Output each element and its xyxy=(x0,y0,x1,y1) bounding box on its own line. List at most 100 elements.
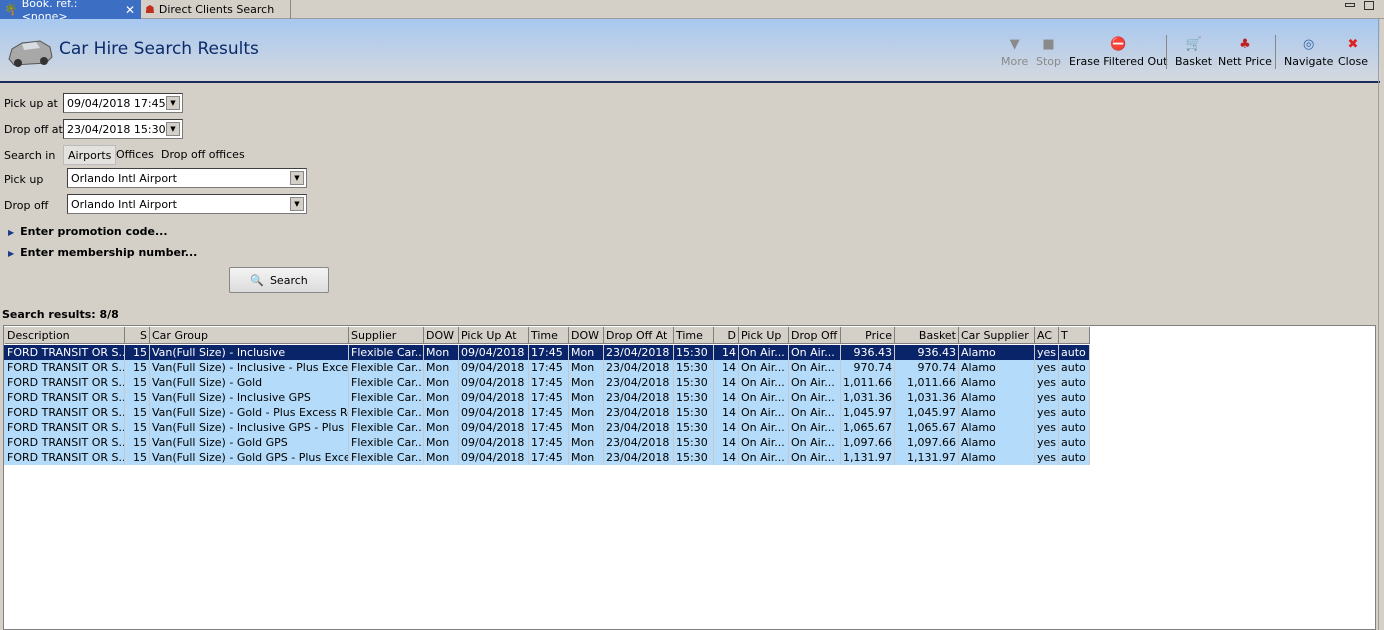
table-cell: Mon xyxy=(424,390,459,405)
search-in-offices[interactable]: Offices xyxy=(112,145,158,165)
table-cell: 1,131.97 xyxy=(841,450,895,465)
table-cell: 14 xyxy=(714,375,739,390)
column-header[interactable]: Time xyxy=(529,327,569,344)
close-icon[interactable]: ✕ xyxy=(125,3,135,17)
maximize-button[interactable] xyxy=(1364,1,1374,10)
column-header[interactable]: Price xyxy=(841,327,895,344)
dropoff-location-select[interactable]: Orlando Intl Airport ▼ xyxy=(67,194,307,214)
table-cell: Mon xyxy=(424,435,459,450)
palm-tree-icon: 🌴 xyxy=(4,3,18,16)
search-in-airports[interactable]: Airports xyxy=(63,145,117,165)
table-cell: 17:45 xyxy=(529,450,569,465)
table-cell: 17:45 xyxy=(529,405,569,420)
column-header[interactable]: Time xyxy=(674,327,714,344)
page-title: Car Hire Search Results xyxy=(59,39,259,59)
table-cell: FORD TRANSIT OR S... xyxy=(7,450,125,465)
table-cell: Van(Full Size) - Inclusive GPS xyxy=(150,390,349,405)
nett-price-button[interactable]: ♣ Nett Price xyxy=(1218,37,1272,68)
table-cell: 1,065.67 xyxy=(895,420,959,435)
column-header[interactable]: Supplier xyxy=(349,327,424,344)
table-cell: 1,097.66 xyxy=(895,435,959,450)
table-cell: 09/04/2018 xyxy=(459,420,529,435)
table-cell: On Air... xyxy=(739,360,789,375)
more-button[interactable]: ▼ More xyxy=(1001,37,1028,68)
column-header[interactable]: Pick Up At xyxy=(459,327,529,344)
table-cell: 23/04/2018 xyxy=(604,360,674,375)
table-cell: 14 xyxy=(714,345,739,360)
button-label: Close xyxy=(1338,55,1368,68)
table-cell: 15:30 xyxy=(674,435,714,450)
search-button[interactable]: 🔍 Search xyxy=(229,267,329,293)
field-value: 09/04/2018 17:45 xyxy=(67,96,166,110)
column-header[interactable]: Pick Up xyxy=(739,327,789,344)
table-cell: 15:30 xyxy=(674,405,714,420)
table-row[interactable]: FORD TRANSIT OR S... 15 Van(Full Size) - I… xyxy=(4,420,1090,435)
erase-icon: ⛔ xyxy=(1110,37,1127,52)
column-header[interactable]: Drop Off At xyxy=(604,327,674,344)
table-row[interactable]: FORD TRANSIT OR S... 15 Van(Full Size) - G… xyxy=(4,405,1090,420)
button-label: More xyxy=(1001,55,1029,68)
navigate-button[interactable]: ◎ Navigate xyxy=(1284,37,1333,68)
table-cell: 23/04/2018 xyxy=(604,405,674,420)
table-row[interactable]: FORD TRANSIT OR S... 15 Van(Full Size) - I… xyxy=(4,360,1090,375)
pickup-at-label: Pick up at xyxy=(4,97,58,110)
table-row[interactable]: FORD TRANSIT OR S... 15 Van(Full Size) - G… xyxy=(4,375,1090,390)
triangle-right-icon: ▶ xyxy=(8,228,15,237)
tab-booking[interactable]: 🌴 Book. ref.: <none> ✕ xyxy=(0,0,141,23)
table-cell: Mon xyxy=(569,405,604,420)
table-cell: 09/04/2018 xyxy=(459,405,529,420)
field-value: Orlando Intl Airport xyxy=(71,171,177,185)
table-cell: On Air... xyxy=(739,450,789,465)
stop-icon: ■ xyxy=(1042,37,1055,52)
table-cell: 09/04/2018 xyxy=(459,390,529,405)
column-header[interactable]: Car Group xyxy=(150,327,349,344)
column-header[interactable]: DOW xyxy=(569,327,604,344)
chevron-down-icon[interactable]: ▼ xyxy=(290,197,304,211)
column-header[interactable]: D xyxy=(714,327,739,344)
expander-label: Enter promotion code... xyxy=(20,225,168,238)
column-header[interactable]: Car Supplier xyxy=(959,327,1035,344)
column-header[interactable]: DOW xyxy=(424,327,459,344)
column-header[interactable]: T xyxy=(1059,327,1090,344)
divider xyxy=(1275,35,1276,69)
table-cell: Mon xyxy=(424,360,459,375)
stop-button[interactable]: ■ Stop xyxy=(1036,37,1061,68)
dropoff-at-field[interactable]: 23/04/2018 15:30 ▼ xyxy=(63,119,183,139)
column-header[interactable]: Drop Off xyxy=(789,327,841,344)
table-cell: Mon xyxy=(569,420,604,435)
table-cell: auto xyxy=(1059,420,1090,435)
membership-number-expander[interactable]: ▶ Enter membership number... xyxy=(8,246,197,259)
table-row[interactable]: FORD TRANSIT OR S... 15 Van(Full Size) - I… xyxy=(4,390,1090,405)
person-icon: ☗ xyxy=(145,3,155,16)
pickup-at-field[interactable]: 09/04/2018 17:45 ▼ xyxy=(63,93,183,113)
table-cell: auto xyxy=(1059,405,1090,420)
pickup-location-select[interactable]: Orlando Intl Airport ▼ xyxy=(67,168,307,188)
erase-filtered-out-button[interactable]: ⛔ Erase Filtered Out xyxy=(1069,37,1167,68)
minimize-button[interactable] xyxy=(1345,3,1355,7)
column-header[interactable]: AC xyxy=(1035,327,1059,344)
table-cell: 17:45 xyxy=(529,420,569,435)
chevron-down-icon[interactable]: ▼ xyxy=(166,96,180,110)
table-cell: Alamo xyxy=(959,375,1035,390)
table-row[interactable]: FORD TRANSIT OR S... 15 Van(Full Size) - G… xyxy=(4,435,1090,450)
column-header[interactable]: Description xyxy=(5,327,125,344)
table-cell: 14 xyxy=(714,435,739,450)
column-header[interactable]: S xyxy=(125,327,150,344)
table-cell: 15:30 xyxy=(674,420,714,435)
column-header[interactable]: Basket xyxy=(895,327,959,344)
tab-direct-clients-search[interactable]: ☗ Direct Clients Search xyxy=(141,0,291,19)
table-cell: Mon xyxy=(569,375,604,390)
search-in-drop-off-offices[interactable]: Drop off offices xyxy=(157,145,249,165)
basket-button[interactable]: 🛒 Basket xyxy=(1175,37,1212,68)
table-cell: Mon xyxy=(569,390,604,405)
close-button[interactable]: ✖ Close xyxy=(1338,37,1368,68)
chevron-down-icon[interactable]: ▼ xyxy=(166,122,180,136)
promotion-code-expander[interactable]: ▶ Enter promotion code... xyxy=(8,225,168,238)
table-cell: 14 xyxy=(714,360,739,375)
table-cell: auto xyxy=(1059,435,1090,450)
table-cell: Van(Full Size) - Gold xyxy=(150,375,349,390)
chevron-down-icon[interactable]: ▼ xyxy=(290,171,304,185)
table-row[interactable]: FORD TRANSIT OR S... 15 Van(Full Size) - I… xyxy=(4,345,1090,360)
tab-bar: 🌴 Book. ref.: <none> ✕ ☗ Direct Clients … xyxy=(0,0,1384,23)
table-row[interactable]: FORD TRANSIT OR S... 15 Van(Full Size) - G… xyxy=(4,450,1090,465)
